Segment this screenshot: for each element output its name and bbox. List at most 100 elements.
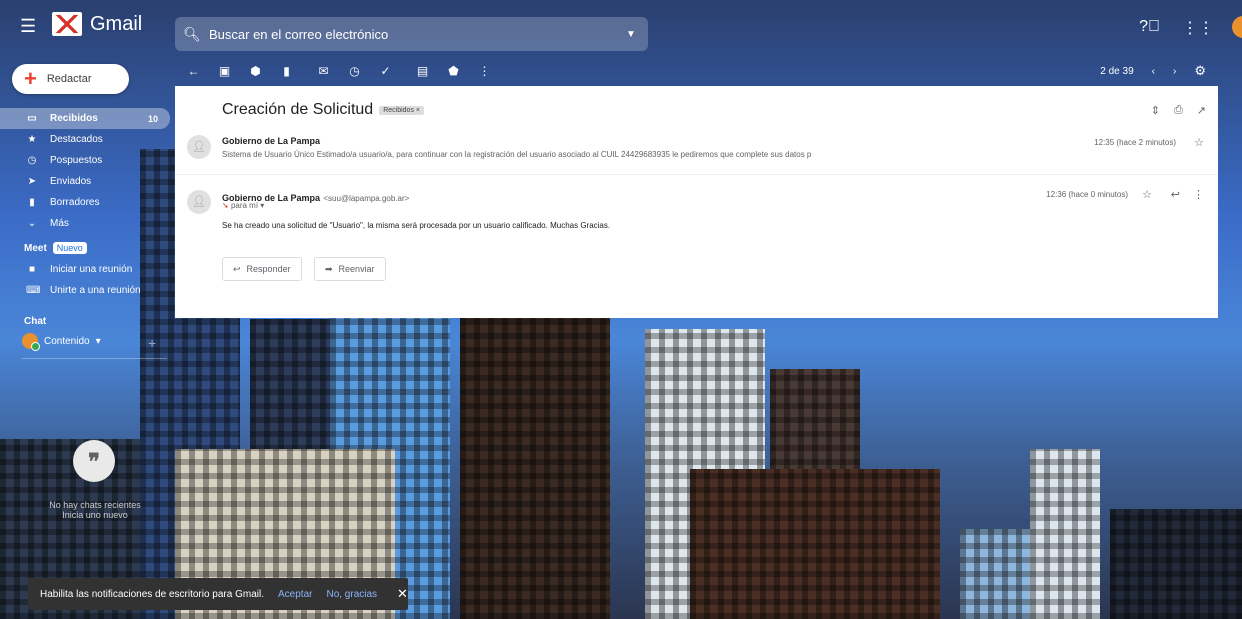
recipient-line[interactable]: ➘ para mí ▾ bbox=[222, 201, 264, 210]
expand-all-icon[interactable]: ⇕ bbox=[1151, 104, 1160, 117]
close-icon[interactable]: ✕ bbox=[397, 586, 408, 602]
forward-button[interactable]: ➡ Reenviar bbox=[314, 257, 386, 281]
sidebar-item-drafts[interactable]: ▮ Borradores bbox=[0, 192, 170, 213]
message-time: 12:35 (hace 2 minutos) bbox=[1094, 138, 1176, 147]
reply-icon[interactable]: ↩ bbox=[1171, 188, 1180, 201]
chat-user-status[interactable]: Contenido ▾ bbox=[22, 333, 101, 351]
keyboard-icon: ⌨ bbox=[26, 285, 41, 296]
report-spam-icon[interactable]: ⬢ bbox=[240, 64, 271, 78]
meet-item-label: Unirte a una reunión bbox=[50, 285, 141, 296]
inbox-label-chip[interactable]: Recibidos × bbox=[379, 105, 424, 115]
chevron-down-icon: ⌄ bbox=[27, 218, 37, 229]
snooze-icon[interactable]: ◷ bbox=[339, 64, 370, 78]
prev-icon[interactable]: ‹ bbox=[1152, 66, 1155, 77]
chat-title: Chat bbox=[24, 316, 47, 327]
add-task-icon[interactable]: ✓ bbox=[370, 64, 401, 78]
sender-name: Gobierno de La Pampa bbox=[222, 136, 321, 146]
sidebar-item-more[interactable]: ⌄ Más bbox=[0, 213, 170, 234]
meet-title: Meet bbox=[24, 242, 47, 254]
decline-button[interactable]: No, gracias bbox=[326, 589, 377, 600]
divider bbox=[22, 358, 167, 359]
sender-avatar: 👤︎ bbox=[187, 190, 211, 214]
reply-icon: ↩ bbox=[233, 263, 241, 274]
settings-gear-icon[interactable]: ⚙ bbox=[1194, 63, 1206, 79]
message-body: Se ha creado una solicitud de "Usuario",… bbox=[222, 221, 611, 230]
reply-button[interactable]: ↩ Responder bbox=[222, 257, 302, 281]
unread-count: 10 bbox=[147, 113, 158, 124]
message-time: 12:36 (hace 0 minutos) bbox=[1046, 190, 1128, 199]
clock-icon: ◷ bbox=[27, 155, 37, 166]
open-new-window-icon[interactable]: ↗ bbox=[1197, 104, 1206, 117]
new-badge: Nuevo bbox=[52, 242, 87, 254]
next-icon[interactable]: › bbox=[1173, 66, 1176, 77]
app-name: Gmail bbox=[90, 12, 143, 35]
email-view: Creación de Solicitud Recibidos × ⇕ ⎙ ↗ … bbox=[175, 86, 1218, 318]
sidebar-item-sent[interactable]: ➤ Enviados bbox=[0, 171, 170, 192]
no-chats-line1: No hay chats recientes bbox=[49, 500, 141, 510]
compose-button[interactable]: + Redactar bbox=[12, 64, 129, 94]
sender-avatar: 👤︎ bbox=[187, 135, 211, 159]
move-to-icon[interactable]: ▤ bbox=[407, 64, 438, 78]
meet-item-label: Iniciar una reunión bbox=[50, 264, 133, 275]
sidebar-item-label: Destacados bbox=[50, 134, 103, 145]
sidebar-item-starred[interactable]: ★ Destacados bbox=[0, 129, 170, 150]
important-marker-icon[interactable]: ➘ bbox=[222, 201, 229, 210]
user-avatar bbox=[22, 333, 40, 351]
message-expanded: 👤︎ Gobierno de La Pampa <suu@lapampa.gob… bbox=[175, 178, 1218, 318]
top-bar: ☰ Gmail 🔍︎ ▼ ?⃝ ⋮⋮ bbox=[0, 0, 1242, 52]
message-collapsed[interactable]: 👤︎ Gobierno de La Pampa Sistema de Usuar… bbox=[175, 130, 1218, 174]
chevron-down-icon: ▾ bbox=[95, 335, 101, 347]
accept-button[interactable]: Aceptar bbox=[278, 589, 312, 600]
meet-join-meeting[interactable]: ⌨ Unirte a una reunión bbox=[0, 280, 170, 301]
star-icon[interactable]: ☆ bbox=[1194, 136, 1204, 149]
search-icon[interactable]: 🔍︎ bbox=[175, 26, 209, 43]
back-icon[interactable]: ← bbox=[178, 64, 209, 78]
star-icon: ★ bbox=[27, 134, 37, 145]
apps-grid-icon[interactable]: ⋮⋮ bbox=[1182, 18, 1214, 38]
sidebar-item-label: Recibidos bbox=[50, 113, 98, 124]
print-icon[interactable]: ⎙ bbox=[1174, 104, 1183, 117]
delete-icon[interactable]: ▮ bbox=[271, 64, 302, 78]
more-options-icon[interactable]: ⋮ bbox=[469, 64, 500, 78]
subject-actions: ⇕ ⎙ ↗ bbox=[1151, 104, 1206, 117]
label-icon[interactable]: ⬟ bbox=[438, 64, 469, 78]
inbox-icon: ▭ bbox=[27, 113, 37, 124]
help-icon[interactable]: ?⃝ bbox=[1139, 18, 1160, 38]
email-subject-row: Creación de Solicitud Recibidos × bbox=[222, 101, 424, 119]
video-icon: ■ bbox=[28, 264, 36, 275]
meet-start-meeting[interactable]: ■ Iniciar una reunión bbox=[0, 259, 170, 280]
sidebar-item-label: Enviados bbox=[50, 176, 92, 187]
account-avatar[interactable] bbox=[1232, 16, 1242, 38]
mark-unread-icon[interactable]: ✉ bbox=[308, 64, 339, 78]
email-subject: Creación de Solicitud bbox=[222, 101, 374, 118]
start-new-chat-link[interactable]: Inicia uno nuevo bbox=[40, 510, 150, 520]
notification-snackbar: Habilita las notificaciones de escritori… bbox=[28, 578, 408, 610]
archive-icon[interactable]: ▣ bbox=[209, 64, 240, 78]
meet-section-title: Meet Nuevo bbox=[24, 242, 87, 254]
top-right-actions: ?⃝ ⋮⋮ bbox=[1139, 18, 1214, 38]
compose-label: Redactar bbox=[46, 73, 92, 85]
message-snippet: Sistema de Usuario Único Estimado/a usua… bbox=[222, 150, 812, 159]
no-chats-message: No hay chats recientes Inicia uno nuevo bbox=[40, 500, 150, 520]
menu-icon[interactable]: ☰ bbox=[20, 16, 42, 36]
snackbar-message: Habilita las notificaciones de escritori… bbox=[40, 588, 264, 600]
sidebar-item-label: Borradores bbox=[50, 197, 100, 208]
sidebar-item-inbox[interactable]: ▭ Recibidos 10 bbox=[0, 108, 170, 129]
search-input[interactable] bbox=[209, 26, 614, 42]
reply-label: Responder bbox=[246, 264, 291, 274]
sender-address: <suu@lapampa.gob.ar> bbox=[323, 194, 410, 203]
search-options-icon[interactable]: ▼ bbox=[614, 29, 648, 40]
message-summary: Gobierno de La Pampa Sistema de Usuario … bbox=[222, 136, 811, 159]
email-toolbar: ← ▣ ⬢ ▮ ✉ ◷ ✓ ▤ ⬟ ⋮ 2 de 39 ‹ › ⚙ bbox=[178, 60, 1218, 82]
divider bbox=[175, 174, 1218, 175]
star-icon[interactable]: ☆ bbox=[1142, 188, 1152, 201]
chat-quote-icon: ❞ bbox=[73, 440, 115, 482]
chevron-down-icon: ▾ bbox=[260, 201, 265, 210]
new-chat-icon[interactable]: + bbox=[148, 335, 156, 351]
sidebar-item-label: Más bbox=[50, 218, 69, 229]
more-vert-icon[interactable]: ⋮ bbox=[1193, 188, 1204, 201]
search-bar[interactable]: 🔍︎ ▼ bbox=[175, 17, 648, 51]
send-icon: ➤ bbox=[27, 176, 37, 187]
gmail-logo[interactable]: Gmail bbox=[52, 12, 142, 36]
sidebar-item-snoozed[interactable]: ◷ Pospuestos bbox=[0, 150, 170, 171]
